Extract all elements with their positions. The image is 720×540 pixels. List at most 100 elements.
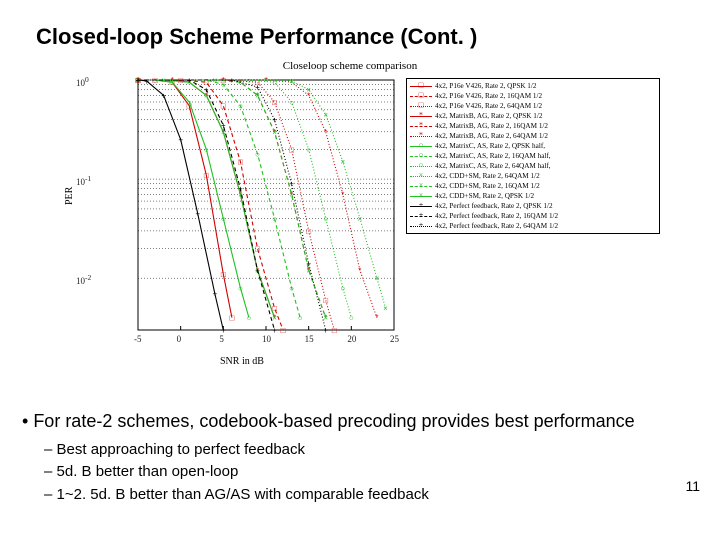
- bullet-sub-0: Best approaching to perfect feedback: [57, 441, 306, 458]
- svg-text:+: +: [230, 76, 235, 85]
- chart-ylabel: PER: [64, 187, 75, 205]
- legend-entry: □4x2, P16e V426, Rate 2, 64QAM 1/2: [410, 101, 656, 111]
- svg-text:○: ○: [298, 314, 303, 323]
- chart-ytick: 100: [76, 75, 89, 88]
- svg-text:□: □: [272, 98, 277, 107]
- svg-text:□: □: [332, 326, 337, 335]
- svg-text:×: ×: [358, 215, 363, 224]
- svg-text:○: ○: [340, 284, 345, 293]
- legend-entry: +4x2, Perfect feedback, Rate 2, 64QAM 1/…: [410, 221, 656, 231]
- legend-entry: ○4x2, MatrixC, AS, Rate 2, 16QAM half,: [410, 151, 656, 161]
- svg-text:+: +: [289, 180, 294, 189]
- svg-text:○: ○: [238, 284, 243, 293]
- chart-title: Closeloop scheme comparison: [283, 60, 417, 72]
- svg-text:○: ○: [204, 145, 209, 154]
- svg-text:□: □: [255, 244, 260, 253]
- svg-text:×: ×: [323, 110, 328, 119]
- chart: Closeloop scheme comparison PER □ □ □ □ □ □ □ □…: [60, 60, 640, 370]
- svg-text:×: ×: [272, 128, 277, 137]
- legend-entry: *4x2, MatrixB, AG, Rate 2, QPSK 1/2: [410, 111, 656, 121]
- svg-text:○: ○: [255, 150, 260, 159]
- legend-entry: +4x2, Perfect feedback, Rate 2, 16QAM 1/…: [410, 211, 656, 221]
- svg-text:+: +: [161, 91, 166, 100]
- svg-text:○: ○: [272, 78, 277, 87]
- chart-xtick: 5: [219, 334, 224, 344]
- svg-text:×: ×: [306, 86, 311, 95]
- slide-title: Closed-loop Scheme Performance (Cont. ): [36, 24, 477, 50]
- chart-xtick: -5: [134, 334, 142, 344]
- svg-text:+: +: [221, 121, 226, 130]
- svg-text:*: *: [341, 190, 344, 199]
- legend-entry: ○4x2, MatrixC, AS, Rate 2, QPSK half,: [410, 141, 656, 151]
- chart-ytick: 10-1: [76, 174, 91, 187]
- chart-xtick: 20: [347, 334, 356, 344]
- slide: Closed-loop Scheme Performance (Cont. ) …: [0, 0, 720, 540]
- svg-text:□: □: [323, 296, 328, 305]
- svg-text:+: +: [323, 326, 328, 335]
- svg-text:×: ×: [375, 274, 380, 283]
- svg-text:×: ×: [323, 314, 328, 323]
- svg-text:○: ○: [247, 314, 252, 323]
- svg-text:○: ○: [221, 81, 226, 90]
- svg-text:+: +: [204, 86, 209, 95]
- legend-entry: *4x2, MatrixB, AG, Rate 2, 64QAM 1/2: [410, 131, 656, 141]
- chart-xlabel: SNR in dB: [220, 356, 264, 367]
- bullet-main: • For rate-2 schemes, codebook-based pre…: [22, 410, 635, 437]
- svg-text:*: *: [375, 314, 378, 323]
- svg-text:+: +: [195, 209, 200, 218]
- svg-text:□: □: [221, 270, 226, 279]
- svg-text:○: ○: [349, 314, 354, 323]
- svg-text:□: □: [204, 171, 209, 180]
- svg-text:+: +: [144, 77, 149, 86]
- legend-entry: ×4x2, CDD+SM, Rate 2, 64QAM 1/2: [410, 171, 656, 181]
- page-number: 11: [685, 478, 700, 494]
- svg-text:○: ○: [323, 215, 328, 224]
- svg-text:+: +: [306, 260, 311, 269]
- bullet-sub-1: 5d. B better than open-loop: [57, 463, 239, 480]
- svg-text:×: ×: [264, 76, 269, 85]
- svg-text:+: +: [272, 326, 277, 335]
- bullet-main-text: For rate-2 schemes, codebook-based preco…: [33, 411, 634, 431]
- svg-text:○: ○: [187, 98, 192, 107]
- svg-text:×: ×: [383, 304, 388, 313]
- chart-xtick: 0: [177, 334, 182, 344]
- legend-entry: □4x2, P16e V426, Rate 2, QPSK 1/2: [410, 81, 656, 91]
- svg-text:○: ○: [289, 284, 294, 293]
- svg-text:○: ○: [238, 102, 243, 111]
- svg-text:□: □: [238, 158, 243, 167]
- svg-text:+: +: [255, 266, 260, 275]
- svg-text:□: □: [289, 145, 294, 154]
- svg-text:○: ○: [272, 215, 277, 224]
- svg-text:×: ×: [255, 91, 260, 100]
- bullet-subs: – Best approaching to perfect feedback –…: [44, 440, 429, 507]
- svg-text:□: □: [229, 314, 234, 323]
- chart-xtick: 15: [305, 334, 314, 344]
- legend-entry: *4x2, MatrixB, AG, Rate 2, 16QAM 1/2: [410, 121, 656, 131]
- svg-text:+: +: [238, 185, 243, 194]
- chart-xtick: 25: [390, 334, 399, 344]
- svg-text:+: +: [178, 136, 183, 145]
- svg-text:+: +: [272, 115, 277, 124]
- svg-text:+: +: [136, 76, 141, 85]
- svg-text:□: □: [306, 227, 311, 236]
- legend-entry: ○4x2, MatrixC, AS, Rate 2, 64QAM half,: [410, 161, 656, 171]
- svg-text:×: ×: [340, 158, 345, 167]
- svg-text:×: ×: [289, 77, 294, 86]
- legend-entry: □4x2, P16e V426, Rate 2, 16QAM 1/2: [410, 91, 656, 101]
- svg-text:×: ×: [272, 314, 277, 323]
- legend-entry: ×4x2, CDD+SM, Rate 2, 16QAM 1/2: [410, 181, 656, 191]
- chart-xtick: 10: [262, 334, 271, 344]
- svg-text:○: ○: [221, 215, 226, 224]
- chart-ytick: 10-2: [76, 273, 91, 286]
- svg-text:□: □: [221, 102, 226, 111]
- chart-legend: □4x2, P16e V426, Rate 2, QPSK 1/2□4x2, P…: [406, 78, 660, 234]
- svg-text:□: □: [281, 326, 286, 335]
- chart-plot-area: □□□□□□□□□□□□□□□□□□□□□□□*****************…: [100, 74, 400, 354]
- svg-text:○: ○: [289, 98, 294, 107]
- svg-text:*: *: [324, 128, 327, 137]
- legend-entry: ×4x2, CDD+SM, Rate 2, QPSK 1/2: [410, 191, 656, 201]
- svg-text:*: *: [358, 266, 361, 275]
- legend-entry: +4x2, Perfect feedback, Rate 2, QPSK 1/2: [410, 201, 656, 211]
- svg-text:○: ○: [306, 145, 311, 154]
- bullet-sub-2: 1~2. 5d. B better than AG/AS with compar…: [57, 486, 429, 503]
